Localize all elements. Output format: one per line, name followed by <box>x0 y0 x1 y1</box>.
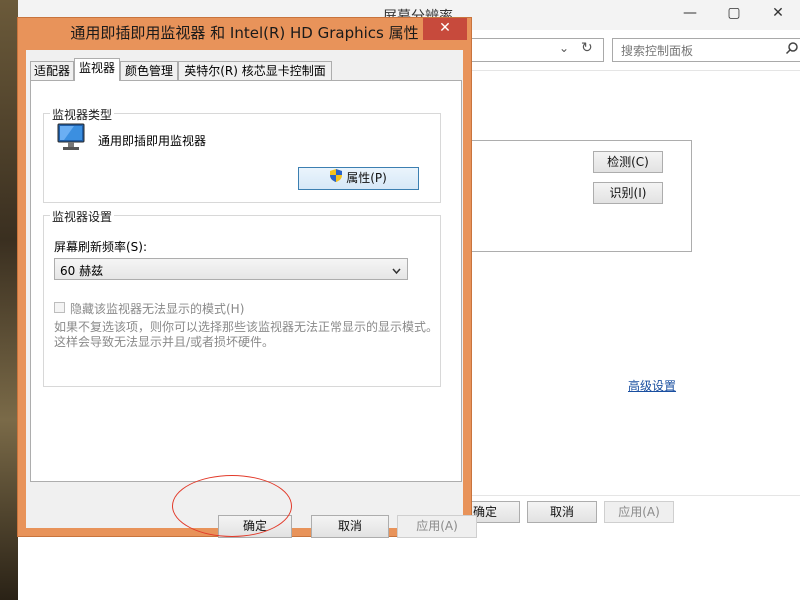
shield-icon <box>330 168 343 189</box>
annotation-circle <box>172 475 292 537</box>
properties-button[interactable]: 属性(P) <box>298 167 419 190</box>
close-icon[interactable]: ✕ <box>756 2 800 26</box>
tab-adapter[interactable]: 适配器 <box>30 61 74 80</box>
monitor-settings-label: 监视器设置 <box>50 208 115 225</box>
monitor-name: 通用即插即用监视器 <box>98 134 207 148</box>
address-bar[interactable]: ⌄ ↻ <box>458 38 604 62</box>
monitor-tab-panel: 监视器类型 通用即插即用监视器 属性(P) 监视器设置 屏幕刷新频率(S): 6… <box>30 80 462 482</box>
hide-modes-checkbox[interactable] <box>54 302 65 313</box>
properties-button-label: 属性(P) <box>346 171 387 185</box>
minimize-icon[interactable]: — <box>668 2 712 26</box>
search-placeholder: 搜索控制面板 <box>621 44 694 58</box>
apply-button[interactable]: 应用(A) <box>397 515 477 538</box>
dialog-close-icon[interactable]: ✕ <box>423 18 467 40</box>
dialog-title: 通用即插即用监视器 和 Intel(R) HD Graphics 属性 <box>70 24 419 42</box>
chevron-down-icon[interactable]: ⌄ <box>559 41 569 55</box>
monitor-type-label: 监视器类型 <box>50 106 115 123</box>
tab-color-management[interactable]: 颜色管理 <box>120 61 178 80</box>
monitor-properties-dialog: 通用即插即用监视器 和 Intel(R) HD Graphics 属性 ✕ 适配… <box>17 17 477 538</box>
dialog-client-area: 适配器 监视器 颜色管理 英特尔(R) 核芯显卡控制面板 监视器类型 通 <box>26 50 477 538</box>
hide-modes-label: 隐藏该监视器无法显示的模式(H) <box>70 302 245 316</box>
monitor-settings-group: 监视器设置 屏幕刷新频率(S): 60 赫兹 隐藏该监视器无法显示的模式(H) … <box>43 208 441 387</box>
search-icon[interactable] <box>785 41 799 58</box>
refresh-rate-value: 60 赫兹 <box>60 264 104 278</box>
watermark-logo: Bai du 经验 <box>612 528 790 563</box>
advanced-settings-link[interactable]: 高级设置 <box>628 377 676 394</box>
monitor-icon <box>56 122 86 157</box>
search-input[interactable]: 搜索控制面板 <box>612 38 800 62</box>
cancel-button[interactable]: 取消 <box>311 515 389 538</box>
tab-intel-graphics[interactable]: 英特尔(R) 核芯显卡控制面板 <box>178 61 332 96</box>
warning-note-line1: 如果不复选该项，则你可以选择那些该监视器无法正常显示的显示模式。 <box>54 320 439 334</box>
refresh-rate-select[interactable]: 60 赫兹 <box>54 258 408 280</box>
maximize-icon[interactable]: ▢ <box>712 2 756 26</box>
refresh-icon[interactable]: ↻ <box>581 40 593 56</box>
detect-button[interactable]: 检测(C) <box>593 151 663 173</box>
background-cancel-button[interactable]: 取消 <box>527 501 597 523</box>
warning-note-line2: 这样会导致无法显示并且/或者损坏硬件。 <box>54 335 275 349</box>
identify-button[interactable]: 识别(I) <box>593 182 663 204</box>
tab-monitor[interactable]: 监视器 <box>74 58 120 81</box>
watermark-url: jingyan.baidu.com <box>618 562 748 578</box>
monitor-type-group: 监视器类型 通用即插即用监视器 属性(P) <box>43 106 441 203</box>
chevron-down-icon <box>392 264 401 278</box>
refresh-rate-label: 屏幕刷新频率(S): <box>54 240 148 254</box>
